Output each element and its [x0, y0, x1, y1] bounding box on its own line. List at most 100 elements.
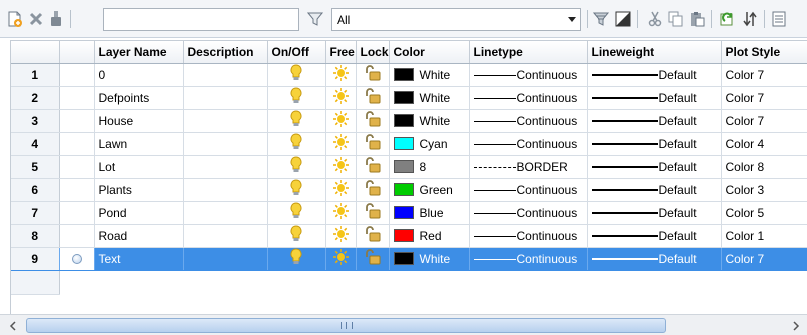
freeze-toggle[interactable]: [325, 201, 357, 225]
layer-name-cell[interactable]: Lot: [94, 155, 184, 179]
col-header-on-off[interactable]: On/Off: [267, 41, 326, 64]
description-cell[interactable]: [183, 109, 268, 133]
lock-toggle[interactable]: [356, 178, 390, 202]
lineweight-cell[interactable]: Default: [587, 201, 722, 225]
on-off-toggle[interactable]: [267, 178, 326, 202]
description-cell[interactable]: [183, 178, 268, 202]
layer-name-cell[interactable]: Lawn: [94, 132, 184, 156]
on-off-toggle[interactable]: [267, 132, 326, 156]
linetype-cell[interactable]: Continuous: [469, 63, 588, 87]
linetype-cell[interactable]: Continuous: [469, 132, 588, 156]
freeze-toggle[interactable]: [325, 63, 357, 87]
table-row[interactable]: 9 Text White Continuous Default Color 7: [11, 247, 807, 271]
layer-name-cell[interactable]: Pond: [94, 201, 184, 225]
lock-toggle[interactable]: [356, 132, 390, 156]
lock-toggle[interactable]: [356, 155, 390, 179]
on-off-toggle[interactable]: [267, 86, 326, 110]
description-cell[interactable]: [183, 155, 268, 179]
color-cell[interactable]: White: [389, 86, 470, 110]
on-off-toggle[interactable]: [267, 247, 326, 271]
color-cell[interactable]: Red: [389, 224, 470, 248]
plot-style-cell[interactable]: Color 7: [721, 247, 807, 271]
col-header-lineweight[interactable]: Lineweight: [587, 41, 722, 64]
color-cell[interactable]: Green: [389, 178, 470, 202]
scroll-left-icon[interactable]: [5, 319, 21, 333]
col-header-number[interactable]: [11, 41, 60, 64]
status-cell[interactable]: [59, 109, 95, 133]
color-cell[interactable]: 8: [389, 155, 470, 179]
freeze-toggle[interactable]: [325, 247, 357, 271]
lineweight-cell[interactable]: Default: [587, 178, 722, 202]
layer-name-cell[interactable]: Text: [94, 247, 184, 271]
freeze-toggle[interactable]: [325, 109, 357, 133]
description-cell[interactable]: [183, 201, 268, 225]
status-cell[interactable]: [59, 224, 95, 248]
on-off-toggle[interactable]: [267, 109, 326, 133]
status-cell[interactable]: [59, 86, 95, 110]
paste-icon[interactable]: [687, 8, 707, 30]
col-header-status[interactable]: [59, 41, 95, 64]
lineweight-cell[interactable]: Default: [587, 224, 722, 248]
refresh-icon[interactable]: [718, 8, 738, 30]
plot-style-cell[interactable]: Color 7: [721, 109, 807, 133]
freeze-toggle[interactable]: [325, 224, 357, 248]
table-row[interactable]: 5 Lot 8 BORDER Default Color 8: [11, 155, 807, 179]
layer-settings-icon[interactable]: [770, 8, 790, 30]
freeze-toggle[interactable]: [325, 155, 357, 179]
delete-layer-icon[interactable]: [26, 8, 46, 30]
on-off-toggle[interactable]: [267, 63, 326, 87]
plot-style-cell[interactable]: Color 3: [721, 178, 807, 202]
linetype-cell[interactable]: Continuous: [469, 178, 588, 202]
lineweight-cell[interactable]: Default: [587, 247, 722, 271]
lock-toggle[interactable]: [356, 224, 390, 248]
plot-style-cell[interactable]: Color 7: [721, 63, 807, 87]
layer-state-icon[interactable]: [613, 8, 633, 30]
table-row[interactable]: 2 Defpoints White Continuous Default Color 7: [11, 86, 807, 110]
color-cell[interactable]: Blue: [389, 201, 470, 225]
set-current-icon[interactable]: [46, 8, 66, 30]
plot-style-cell[interactable]: Color 5: [721, 201, 807, 225]
layer-filter-dropdown[interactable]: All: [331, 8, 581, 31]
cut-icon[interactable]: [645, 8, 665, 30]
col-header-layer-name[interactable]: Layer Name: [94, 41, 184, 64]
col-header-description[interactable]: Description: [183, 41, 268, 64]
status-cell[interactable]: [59, 247, 95, 271]
scroll-right-icon[interactable]: [788, 319, 804, 333]
on-off-toggle[interactable]: [267, 224, 326, 248]
layer-name-cell[interactable]: Plants: [94, 178, 184, 202]
lock-toggle[interactable]: [356, 63, 390, 87]
status-cell[interactable]: [59, 178, 95, 202]
freeze-toggle[interactable]: [325, 86, 357, 110]
lineweight-cell[interactable]: Default: [587, 86, 722, 110]
col-header-linetype[interactable]: Linetype: [469, 41, 588, 64]
lock-toggle[interactable]: [356, 201, 390, 225]
horizontal-scrollbar[interactable]: [0, 314, 807, 335]
layer-name-cell[interactable]: House: [94, 109, 184, 133]
plot-style-cell[interactable]: Color 4: [721, 132, 807, 156]
lineweight-cell[interactable]: Default: [587, 109, 722, 133]
on-off-toggle[interactable]: [267, 155, 326, 179]
scrollbar-thumb[interactable]: [26, 318, 666, 333]
linetype-cell[interactable]: Continuous: [469, 247, 588, 271]
col-header-color[interactable]: Color: [389, 41, 470, 64]
description-cell[interactable]: [183, 247, 268, 271]
table-row[interactable]: 3 House White Continuous Default Color 7: [11, 109, 807, 133]
filter-invert-icon[interactable]: [306, 8, 326, 30]
linetype-cell[interactable]: Continuous: [469, 201, 588, 225]
new-layer-icon[interactable]: [5, 8, 25, 30]
linetype-cell[interactable]: Continuous: [469, 86, 588, 110]
table-row[interactable]: 6 Plants Green Continuous Default Color 3: [11, 178, 807, 202]
lock-toggle[interactable]: [356, 247, 390, 271]
status-cell[interactable]: [59, 155, 95, 179]
col-header-plot-style[interactable]: Plot Style: [721, 41, 807, 64]
freeze-toggle[interactable]: [325, 178, 357, 202]
color-cell[interactable]: White: [389, 109, 470, 133]
col-header-lock[interactable]: Lock: [356, 41, 390, 64]
layer-name-cell[interactable]: 0: [94, 63, 184, 87]
lineweight-cell[interactable]: Default: [587, 63, 722, 87]
linetype-cell[interactable]: BORDER: [469, 155, 588, 179]
table-row[interactable]: 7 Pond Blue Continuous Default Color 5: [11, 201, 807, 225]
linetype-cell[interactable]: Continuous: [469, 224, 588, 248]
freeze-toggle[interactable]: [325, 132, 357, 156]
on-off-toggle[interactable]: [267, 201, 326, 225]
